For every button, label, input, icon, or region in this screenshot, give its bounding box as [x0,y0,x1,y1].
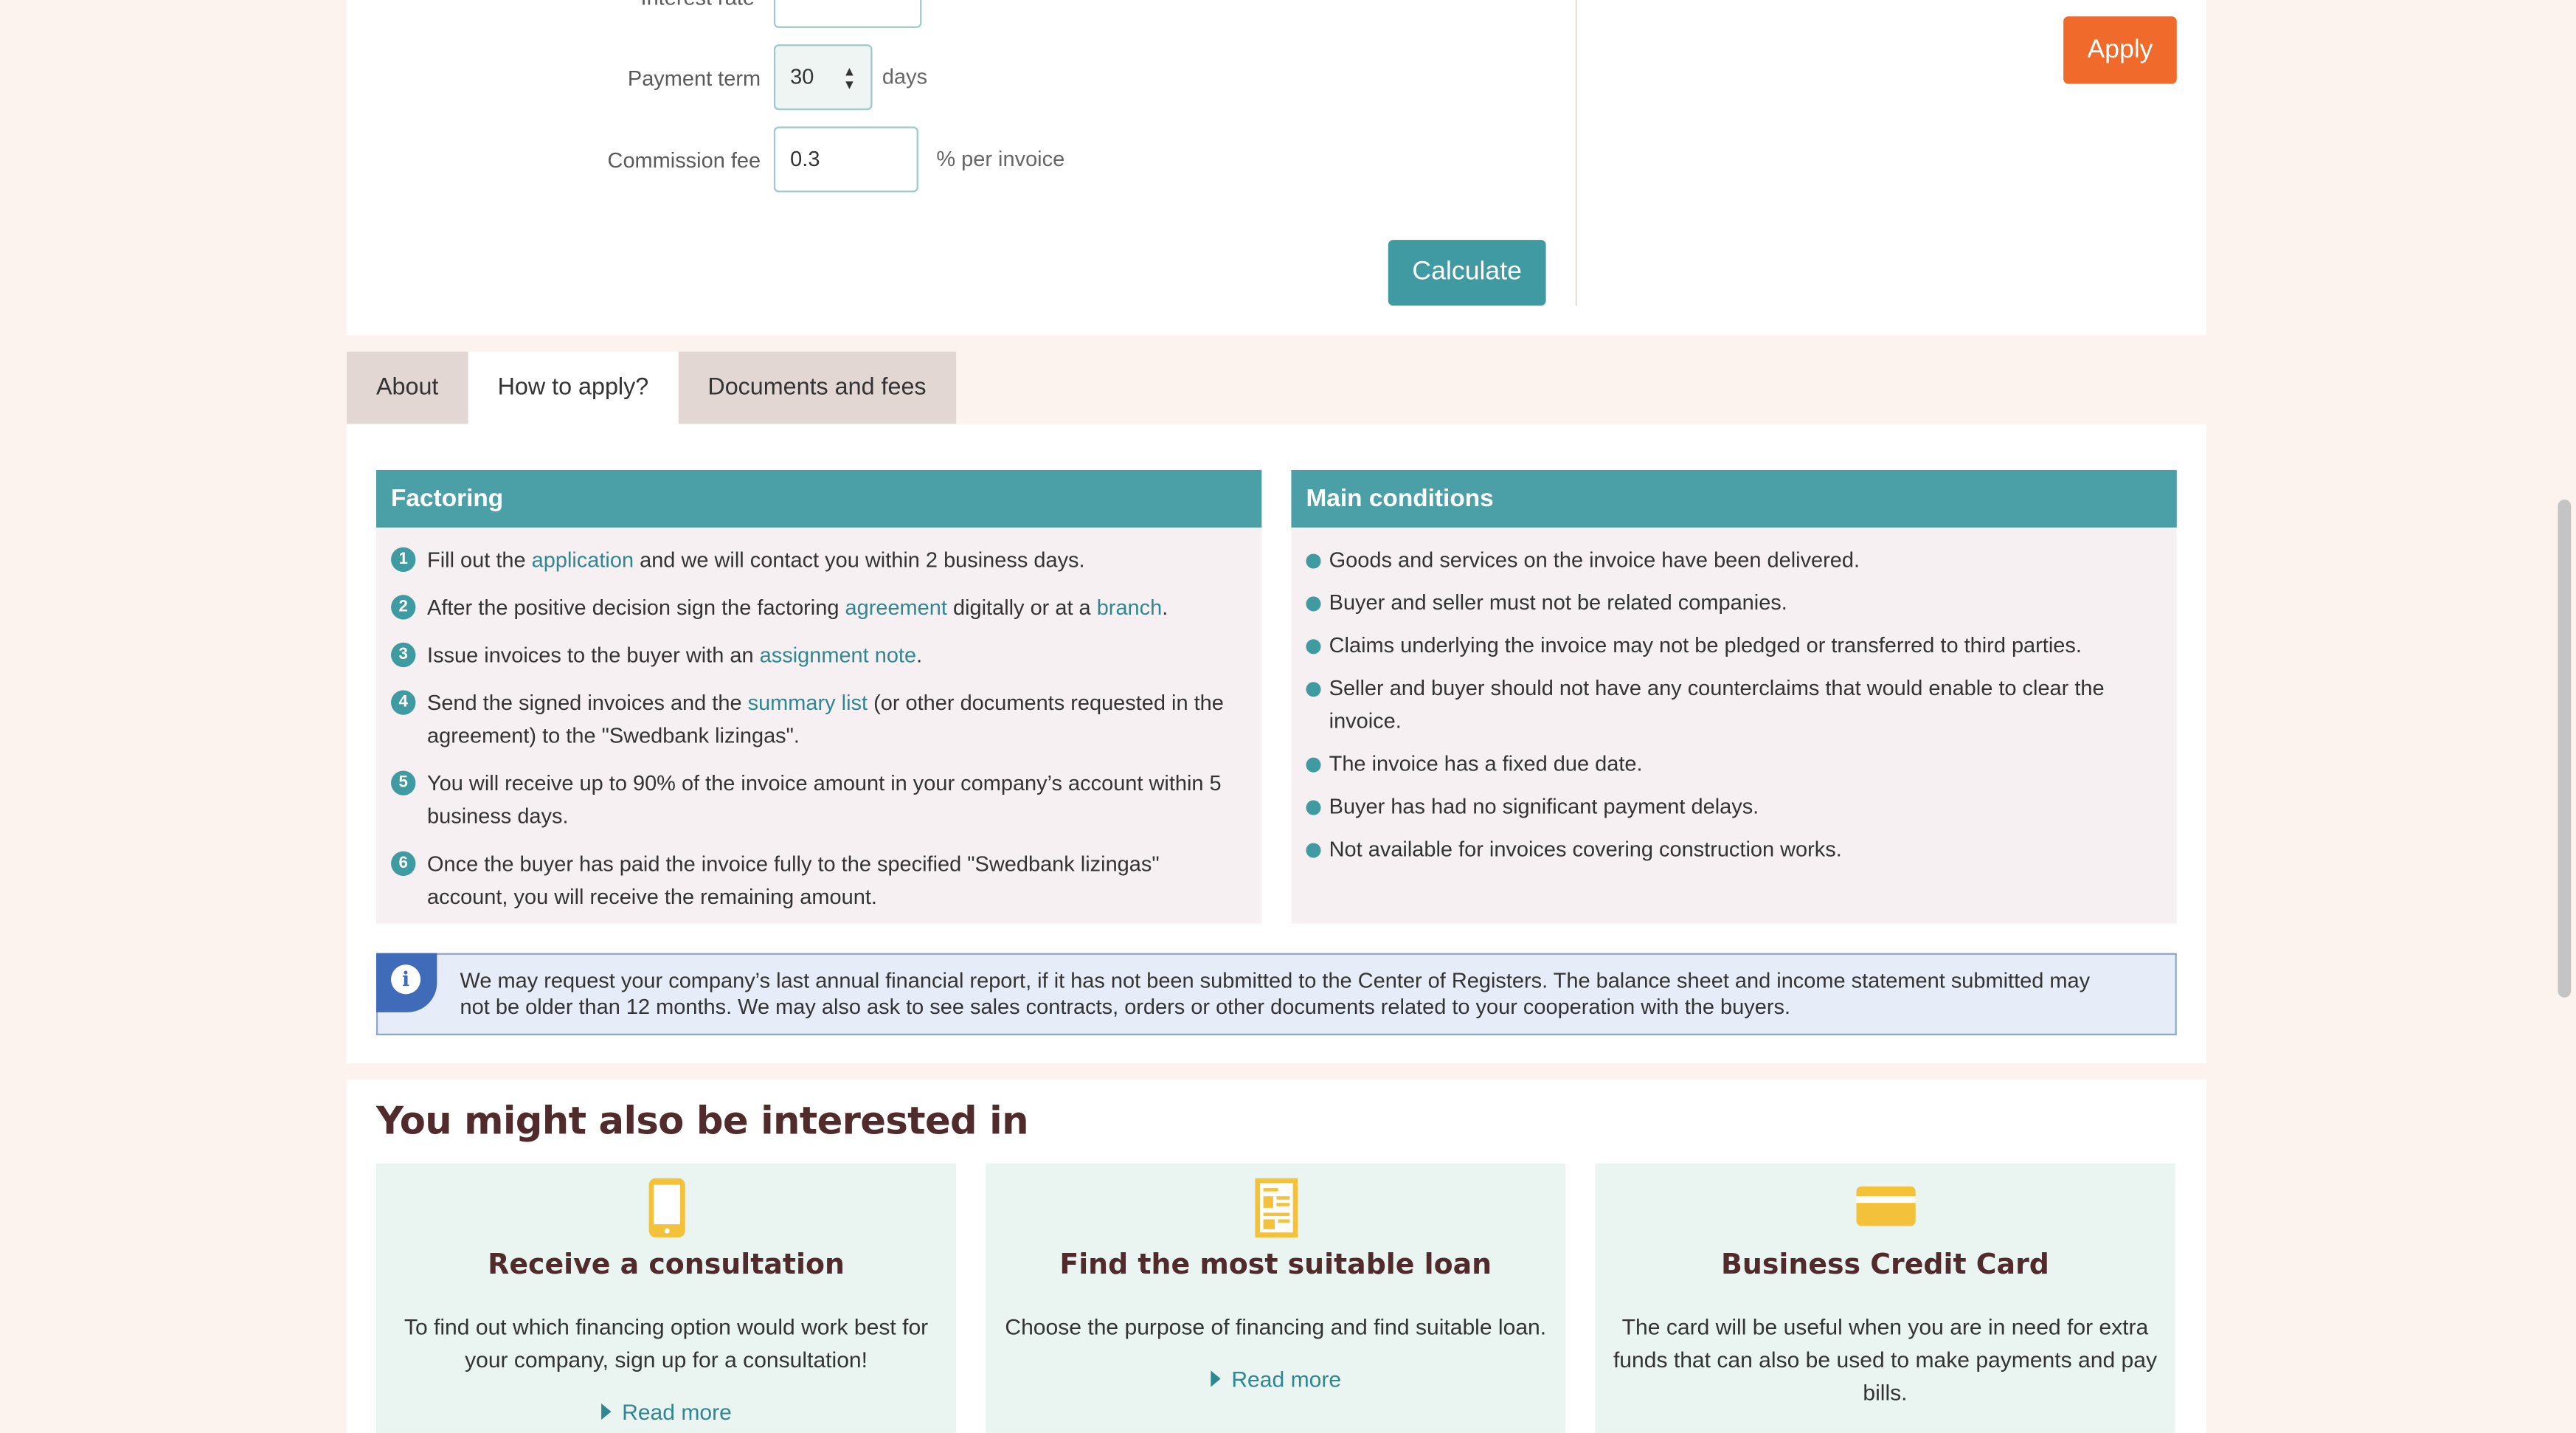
step-item: 5 You will receive up to 90% of the invoi… [391,767,1239,833]
bullet-icon [1306,596,1321,612]
condition-item: Goods and services on the invoice have b… [1306,544,2153,577]
condition-text: Seller and buyer should not have any cou… [1329,675,2105,733]
tile-consultation[interactable]: Receive a consultation To find out which… [375,1163,957,1433]
read-more-link[interactable]: Read more [986,1367,1565,1392]
bullet-icon [1306,800,1321,815]
info-text: We may request your company’s last annua… [460,967,2091,1019]
read-more-link[interactable]: Read more [376,1400,956,1425]
caret-right-icon [600,1403,611,1420]
factoring-title: Factoring [375,469,1262,528]
bullet-icon [1306,843,1321,858]
condition-text: Buyer has had no significant payment del… [1329,793,1759,819]
read-more-label: Read more [622,1400,732,1425]
payment-term-select[interactable]: 30 ▲ ▼ [773,44,873,111]
payment-term-unit: days [882,63,928,89]
bullet-icon [1306,553,1321,569]
read-more-label: Read more [1231,1367,1342,1392]
divider [1575,0,1577,306]
step-number-icon: 3 [391,642,416,668]
scrollbar[interactable] [2558,500,2572,998]
condition-text: Claims underlying the invoice may not be… [1329,632,2082,657]
bullet-icon [1306,639,1321,655]
tile-suitable-loan[interactable]: Find the most suitable loan Choose the p… [986,1163,1566,1433]
step-text: . [916,642,923,668]
assignment-note-link[interactable]: assignment note [760,643,916,667]
application-link[interactable]: application [532,548,634,572]
info-badge: i [375,953,437,1012]
step-text: Send the signed invoices and the [427,690,748,715]
document-icon [1254,1178,1298,1237]
step-text: Fill out the [427,547,532,572]
interest-heading: You might also be interested in [375,1101,1029,1144]
tab-bar: About How to apply? Documents and fees [346,351,956,424]
tile-credit-card[interactable]: Business Credit Card The card will be us… [1595,1163,2175,1433]
factoring-steps: 1 Fill out the application and we will co… [376,528,1261,914]
interest-rate-label: Interest rate [641,0,755,10]
step-item: 1 Fill out the application and we will co… [391,544,1239,577]
step-text: Issue invoices to the buyer with an [427,642,760,668]
tab-documents-and-fees[interactable]: Documents and fees [678,351,956,424]
step-item: 4 Send the signed invoices and the summar… [391,687,1239,753]
step-item: 2 After the positive decision sign the fa… [391,592,1239,625]
commission-fee-input[interactable]: 0.3 [773,126,918,193]
step-text: Once the buyer has paid the invoice full… [427,851,1160,909]
interest-rate-input[interactable] [773,0,922,28]
step-number-icon: 1 [391,547,416,572]
tile-title: Business Credit Card [1721,1249,2049,1282]
apply-button[interactable]: Apply [2063,16,2177,84]
tile-text: Choose the purpose of financing and find… [1005,1314,1547,1340]
step-text: After the positive decision sign the fac… [427,595,845,620]
caret-right-icon [1210,1370,1220,1387]
info-note: i We may request your company’s last ann… [375,953,2177,1036]
select-arrows-icon: ▲ ▼ [842,63,856,92]
credit-card-icon [1855,1186,1915,1226]
condition-item: The invoice has a fixed due date. [1306,747,2153,781]
condition-item: Buyer and seller must not be related com… [1306,587,2153,620]
condition-item: Seller and buyer should not have any cou… [1306,672,2153,738]
bullet-icon [1306,682,1321,697]
condition-text: Buyer and seller must not be related com… [1329,590,1787,615]
step-text: and we will contact you within 2 busines… [634,547,1085,572]
calculate-button[interactable]: Calculate [1388,240,1546,306]
branch-link[interactable]: branch [1097,595,1163,619]
payment-term-value: 30 [790,63,814,89]
conditions-panel: Main conditions Goods and services on th… [1291,469,2177,924]
condition-text: Not available for invoices covering cons… [1329,836,1842,861]
payment-term-label: Payment term [627,66,761,91]
bullet-icon [1306,757,1321,773]
step-item: 6 Once the buyer has paid the invoice ful… [391,848,1239,914]
step-number-icon: 6 [391,851,416,876]
commission-fee-label: Commission fee [607,148,761,173]
condition-item: Buyer has had no significant payment del… [1306,790,2153,823]
tile-text: The card will be useful when you are in … [1613,1314,2158,1406]
info-icon: i [391,964,421,995]
factoring-panel: Factoring 1 Fill out the application and … [375,469,1262,924]
step-number-icon: 4 [391,690,416,715]
step-text: digitally or at a [946,595,1097,620]
condition-text: The invoice has a fixed due date. [1329,750,1643,776]
step-item: 3 Issue invoices to the buyer with an ass… [391,639,1239,672]
conditions-list: Goods and services on the invoice have b… [1291,528,2176,866]
conditions-title: Main conditions [1291,469,2177,528]
tile-title: Receive a consultation [488,1249,845,1282]
tile-text: To find out which financing option would… [404,1314,929,1372]
commission-fee-unit: % per invoice [936,146,1065,171]
step-text: . [1162,595,1168,620]
condition-item: Not available for invoices covering cons… [1306,833,2153,866]
condition-item: Claims underlying the invoice may not be… [1306,629,2153,663]
step-number-icon: 2 [391,595,416,620]
step-text: You will receive up to 90% of the invoic… [427,770,1222,829]
tab-about[interactable]: About [346,351,468,424]
condition-text: Goods and services on the invoice have b… [1329,547,1860,572]
step-number-icon: 5 [391,770,416,795]
tile-title: Find the most suitable loan [1059,1249,1492,1282]
page: Interest rate Payment term 30 ▲▼ days Co… [0,0,2576,1433]
agreement-link[interactable]: agreement [845,595,947,619]
phone-icon [648,1178,685,1237]
tab-how-to-apply[interactable]: How to apply? [468,351,679,424]
summary-list-link[interactable]: summary list [748,690,868,714]
